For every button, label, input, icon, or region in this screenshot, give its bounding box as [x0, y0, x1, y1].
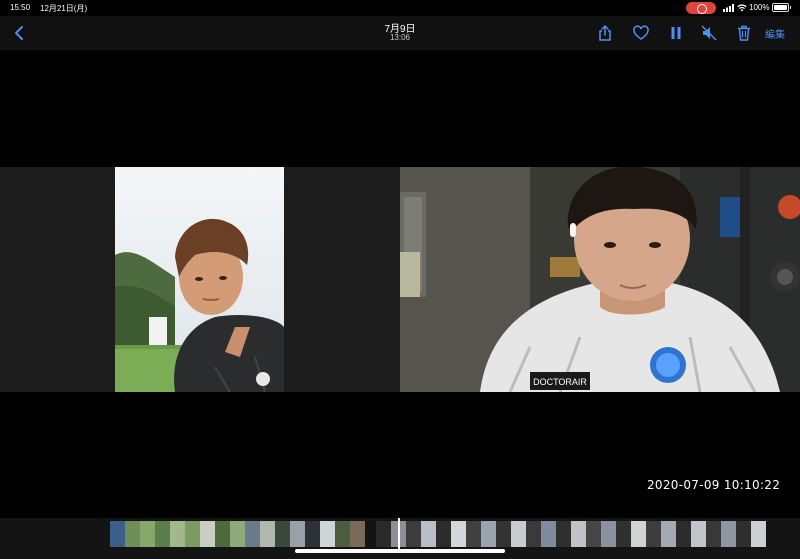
filmstrip-thumbnail[interactable]: [601, 521, 616, 547]
filmstrip-thumbnail[interactable]: [275, 521, 290, 547]
battery-icon: [772, 3, 791, 12]
battery-percent: 100%: [749, 3, 770, 12]
filmstrip-thumbnail[interactable]: [586, 521, 601, 547]
filmstrip-thumbnail[interactable]: [320, 521, 335, 547]
heart-icon[interactable]: [632, 24, 650, 42]
bottom-bar: [0, 518, 800, 559]
filmstrip-thumbnail[interactable]: [451, 521, 466, 547]
filmstrip-thumbnail[interactable]: [736, 521, 751, 547]
filmstrip-thumbnail[interactable]: [436, 521, 451, 547]
filmstrip-thumbnail[interactable]: [466, 521, 481, 547]
filmstrip-thumbnail[interactable]: [335, 521, 350, 547]
filmstrip-thumbnail[interactable]: [421, 521, 436, 547]
filmstrip-thumbnail[interactable]: [481, 521, 496, 547]
filmstrip-thumbnail[interactable]: [541, 521, 556, 547]
filmstrip-thumbnail[interactable]: [170, 521, 185, 547]
filmstrip-thumbnail[interactable]: [511, 521, 526, 547]
participant-video-left: [115, 167, 284, 392]
share-icon[interactable]: [596, 24, 614, 42]
filmstrip-thumbnail[interactable]: [721, 521, 736, 547]
filmstrip-thumbnail[interactable]: [140, 521, 155, 547]
playhead[interactable]: [398, 518, 400, 550]
filmstrip-thumbnail[interactable]: [706, 521, 721, 547]
filmstrip-thumbnail[interactable]: [526, 521, 541, 547]
mute-icon[interactable]: [700, 24, 718, 42]
filmstrip-current[interactable]: [376, 521, 766, 547]
filmstrip-thumbnail[interactable]: [571, 521, 586, 547]
filmstrip-thumbnail[interactable]: [661, 521, 676, 547]
wifi-icon: [737, 4, 747, 12]
filmstrip-thumbnail[interactable]: [260, 521, 275, 547]
filmstrip-thumbnail[interactable]: [406, 521, 421, 547]
video-viewer[interactable]: DOCTORAIR 2020-07-09 10:10:22: [0, 50, 800, 518]
filmstrip-thumbnail[interactable]: [215, 521, 230, 547]
pause-icon[interactable]: [667, 24, 685, 42]
nav-bar: 7月9日 13:06 編集: [0, 16, 800, 50]
filmstrip-thumbnail[interactable]: [646, 521, 661, 547]
home-indicator[interactable]: [295, 549, 505, 553]
filmstrip-thumbnail[interactable]: [751, 521, 766, 547]
trash-icon[interactable]: [735, 24, 753, 42]
video-frame: DOCTORAIR: [0, 167, 800, 392]
edit-button[interactable]: 編集: [765, 26, 785, 41]
filmstrip-thumbnail[interactable]: [125, 521, 140, 547]
status-bar: 15:50 12月21日(月) 100%: [0, 0, 800, 16]
filmstrip-thumbnail[interactable]: [616, 521, 631, 547]
filmstrip-thumbnail[interactable]: [185, 521, 200, 547]
svg-text:DOCTORAIR: DOCTORAIR: [533, 377, 587, 387]
filmstrip-thumbnail[interactable]: [376, 521, 391, 547]
filmstrip-thumbnail[interactable]: [676, 521, 691, 547]
filmstrip-thumbnail[interactable]: [230, 521, 245, 547]
status-time: 15:50: [10, 3, 31, 12]
participant-video-right: DOCTORAIR: [400, 167, 800, 392]
filmstrip-thumbnail[interactable]: [496, 521, 511, 547]
filmstrip-previous[interactable]: [110, 521, 365, 547]
filmstrip-thumbnail[interactable]: [631, 521, 646, 547]
filmstrip-thumbnail[interactable]: [305, 521, 320, 547]
filmstrip-thumbnail[interactable]: [691, 521, 706, 547]
filmstrip-thumbnail[interactable]: [290, 521, 305, 547]
filmstrip-thumbnail[interactable]: [200, 521, 215, 547]
screen-record-icon[interactable]: [686, 2, 716, 14]
video-timestamp: 2020-07-09 10:10:22: [647, 478, 781, 492]
filmstrip-thumbnail[interactable]: [556, 521, 571, 547]
filmstrip-thumbnail[interactable]: [110, 521, 125, 547]
filmstrip-thumbnail[interactable]: [245, 521, 260, 547]
signal-icon: [723, 4, 734, 12]
filmstrip-thumbnail[interactable]: [350, 521, 365, 547]
status-date: 12月21日(月): [40, 4, 88, 13]
filmstrip-thumbnail[interactable]: [155, 521, 170, 547]
